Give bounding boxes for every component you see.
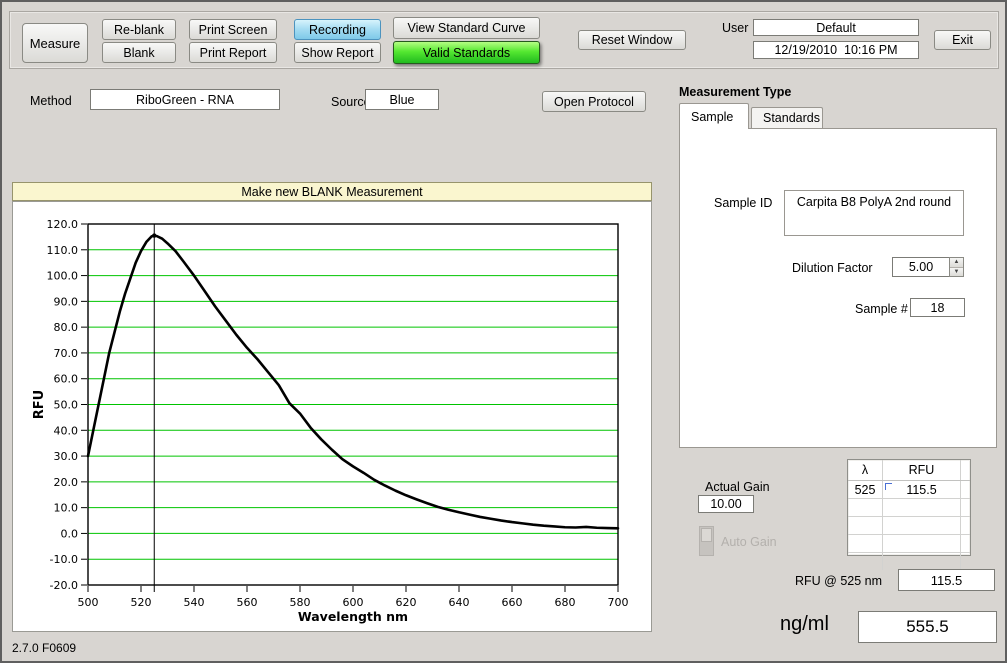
sample-number-label: Sample # bbox=[855, 302, 908, 316]
cell-selection-mark bbox=[885, 483, 892, 490]
dilution-factor-input[interactable]: 5.00 bbox=[892, 257, 950, 277]
stepper-down-icon[interactable]: ▼ bbox=[950, 268, 963, 277]
svg-text:10.0: 10.0 bbox=[54, 502, 79, 515]
svg-text:110.0: 110.0 bbox=[47, 244, 79, 257]
cell-rfu[interactable]: 115.5 bbox=[883, 481, 961, 498]
svg-text:80.0: 80.0 bbox=[54, 321, 79, 334]
stepper-up-icon[interactable]: ▲ bbox=[950, 258, 963, 268]
y-axis-title: RFU bbox=[32, 390, 47, 419]
reblank-button[interactable]: Re-blank bbox=[102, 19, 176, 40]
source-field: Blue bbox=[365, 89, 439, 110]
cell-lambda[interactable]: 525 bbox=[848, 481, 883, 498]
print-screen-button[interactable]: Print Screen bbox=[189, 19, 277, 40]
table-header-row: λ RFU bbox=[848, 460, 970, 481]
exit-button[interactable]: Exit bbox=[934, 30, 991, 50]
print-report-button[interactable]: Print Report bbox=[189, 42, 277, 63]
actual-gain-label: Actual Gain bbox=[705, 480, 770, 494]
svg-text:700: 700 bbox=[608, 596, 629, 609]
blank-button[interactable]: Blank bbox=[102, 42, 176, 63]
reset-window-button[interactable]: Reset Window bbox=[578, 30, 686, 50]
measure-button[interactable]: Measure bbox=[22, 23, 88, 63]
svg-text:90.0: 90.0 bbox=[54, 295, 79, 308]
dilution-factor-label: Dilution Factor bbox=[792, 261, 873, 275]
svg-text:680: 680 bbox=[555, 596, 576, 609]
sample-id-label: Sample ID bbox=[714, 196, 772, 210]
rfu-at-peak-label: RFU @ 525 nm bbox=[795, 574, 882, 588]
tab-standards[interactable]: Standards bbox=[751, 107, 823, 128]
col-header-lambda: λ bbox=[848, 460, 883, 480]
table-row-empty bbox=[848, 553, 970, 570]
table-row-empty bbox=[848, 517, 970, 535]
show-report-button[interactable]: Show Report bbox=[294, 42, 381, 63]
svg-text:70.0: 70.0 bbox=[54, 347, 79, 360]
switch-knob-icon bbox=[701, 528, 712, 542]
tab-sample[interactable]: Sample bbox=[679, 103, 749, 129]
concentration-display: 555.5 bbox=[858, 611, 997, 643]
measurement-type-title: Measurement Type bbox=[679, 85, 791, 99]
sample-id-input[interactable]: Carpita B8 PolyA 2nd round bbox=[784, 190, 964, 236]
dilution-factor-stepper[interactable]: ▲ ▼ bbox=[949, 257, 964, 277]
sample-number-input[interactable]: 18 bbox=[910, 298, 965, 317]
col-header-rfu: RFU bbox=[883, 460, 961, 480]
recording-indicator-button[interactable]: Recording bbox=[294, 19, 381, 40]
results-table: λ RFU 525 115.5 bbox=[847, 459, 971, 556]
user-label: User bbox=[722, 21, 748, 35]
table-row-empty bbox=[848, 535, 970, 553]
datetime-display: 12/19/2010 10:16 PM bbox=[753, 41, 919, 59]
svg-text:500: 500 bbox=[78, 596, 99, 609]
open-protocol-button[interactable]: Open Protocol bbox=[542, 91, 646, 112]
table-row[interactable]: 525 115.5 bbox=[848, 481, 970, 499]
svg-text:620: 620 bbox=[396, 596, 417, 609]
spectrum-plot[interactable]: 120.0 110.0 100.0 90.0 80.0 70.0 60.0 50.0 40.0 3… bbox=[13, 202, 651, 631]
svg-text:30.0: 30.0 bbox=[54, 450, 79, 463]
chart-status-banner: Make new BLANK Measurement bbox=[12, 182, 652, 201]
svg-text:50.0: 50.0 bbox=[54, 399, 79, 412]
svg-text:100.0: 100.0 bbox=[47, 270, 79, 283]
concentration-unit-label: ng/ml bbox=[780, 613, 829, 636]
svg-text:60.0: 60.0 bbox=[54, 373, 79, 386]
svg-text:540: 540 bbox=[184, 596, 205, 609]
method-field[interactable]: RiboGreen - RNA bbox=[90, 89, 280, 110]
auto-gain-label: Auto Gain bbox=[721, 535, 777, 549]
svg-text:660: 660 bbox=[502, 596, 523, 609]
rfu-at-peak-display: 115.5 bbox=[898, 569, 995, 591]
actual-gain-display: 10.00 bbox=[698, 495, 754, 513]
version-label: 2.7.0 F0609 bbox=[12, 641, 76, 655]
svg-text:580: 580 bbox=[290, 596, 311, 609]
svg-text:600: 600 bbox=[343, 596, 364, 609]
svg-text:-20.0: -20.0 bbox=[50, 579, 78, 592]
svg-text:40.0: 40.0 bbox=[54, 424, 79, 437]
chart-area: 120.0 110.0 100.0 90.0 80.0 70.0 60.0 50.0 40.0 3… bbox=[12, 201, 652, 632]
method-label: Method bbox=[30, 94, 72, 108]
valid-standards-indicator: Valid Standards bbox=[393, 41, 540, 64]
sample-tab-panel bbox=[679, 128, 997, 448]
auto-gain-switch bbox=[699, 526, 714, 556]
x-axis-title: Wavelength nm bbox=[298, 609, 408, 624]
svg-text:-10.0: -10.0 bbox=[50, 553, 78, 566]
svg-text:0.0: 0.0 bbox=[61, 527, 79, 540]
svg-text:640: 640 bbox=[449, 596, 470, 609]
app-window: Measure Re-blank Blank Print Screen Prin… bbox=[0, 0, 1007, 663]
svg-text:520: 520 bbox=[131, 596, 152, 609]
user-field[interactable]: Default bbox=[753, 19, 919, 36]
table-row-empty bbox=[848, 499, 970, 517]
svg-text:20.0: 20.0 bbox=[54, 476, 79, 489]
cursor-point-marker bbox=[152, 233, 156, 237]
view-standard-curve-button[interactable]: View Standard Curve bbox=[393, 17, 540, 39]
svg-text:120.0: 120.0 bbox=[47, 218, 79, 231]
svg-text:560: 560 bbox=[237, 596, 258, 609]
